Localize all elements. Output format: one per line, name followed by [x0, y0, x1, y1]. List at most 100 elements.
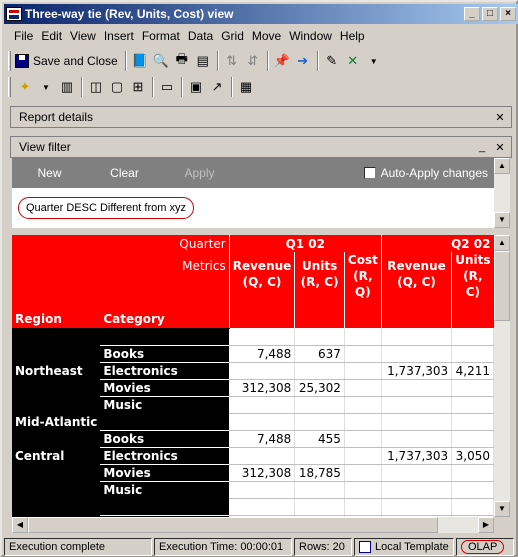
- value-cell[interactable]: 18,785: [294, 464, 345, 482]
- value-cell[interactable]: [451, 396, 494, 414]
- value-cell[interactable]: [451, 481, 494, 499]
- sort-ascending-icon[interactable]: ⇅: [222, 51, 242, 71]
- value-cell[interactable]: [381, 413, 453, 431]
- close-icon[interactable]: ✕: [493, 111, 507, 124]
- toolbar-grip[interactable]: [8, 51, 11, 71]
- category-cell[interactable]: Music: [100, 480, 230, 498]
- value-cell[interactable]: [229, 498, 296, 516]
- book-icon[interactable]: 📘: [130, 51, 150, 71]
- metric-header[interactable]: Revenue (Q, C): [381, 252, 453, 310]
- value-cell[interactable]: [381, 345, 453, 363]
- menu-edit[interactable]: Edit: [37, 29, 66, 43]
- value-cell[interactable]: [229, 328, 296, 346]
- metric-header[interactable]: Units (R, C): [294, 252, 345, 310]
- region-cell[interactable]: Northeast: [12, 362, 101, 379]
- value-cell[interactable]: [451, 430, 494, 448]
- value-cell[interactable]: [294, 447, 345, 465]
- value-cell[interactable]: 1,737,303: [381, 362, 453, 380]
- region-cell[interactable]: [12, 396, 101, 413]
- value-cell[interactable]: 25,302: [294, 379, 345, 397]
- menu-data[interactable]: Data: [184, 29, 217, 43]
- minimize-button[interactable]: _: [464, 7, 480, 21]
- region-cell[interactable]: [12, 481, 101, 498]
- value-cell[interactable]: [229, 413, 296, 431]
- save-and-close-button[interactable]: Save and Close: [15, 54, 118, 68]
- value-cell[interactable]: [381, 328, 453, 346]
- chevron-down-icon[interactable]: ▼: [36, 77, 56, 97]
- value-cell[interactable]: [451, 464, 494, 482]
- toolbar-grip[interactable]: [8, 77, 11, 97]
- value-cell[interactable]: 7,488: [229, 430, 296, 448]
- value-cell[interactable]: [381, 430, 453, 448]
- value-cell[interactable]: [381, 396, 453, 414]
- value-cell[interactable]: [451, 413, 494, 431]
- menu-view[interactable]: View: [66, 29, 100, 43]
- region-cell[interactable]: Central: [12, 447, 101, 464]
- value-cell[interactable]: 4,211: [451, 362, 494, 380]
- scroll-down-button[interactable]: ▼: [494, 212, 510, 228]
- scroll-right-button[interactable]: ▶: [478, 517, 494, 533]
- apply-filter-button[interactable]: Apply: [162, 166, 237, 180]
- quarter-header-q2[interactable]: Q2 02: [381, 235, 494, 252]
- region-cell[interactable]: [12, 345, 101, 362]
- region-column-header[interactable]: Region: [12, 310, 101, 329]
- value-cell[interactable]: [344, 464, 382, 482]
- region-cell[interactable]: [12, 430, 101, 447]
- title-bar[interactable]: Three-way tie (Rev, Units, Cost) view _ …: [4, 4, 518, 24]
- value-cell[interactable]: 312,308: [229, 379, 296, 397]
- value-cell[interactable]: 455: [294, 430, 345, 448]
- clear-filter-button[interactable]: Clear: [87, 166, 162, 180]
- filter-icon[interactable]: ⊞: [128, 77, 148, 97]
- category-cell[interactable]: Movies: [100, 463, 230, 481]
- auto-apply-checkbox[interactable]: [363, 167, 376, 179]
- value-cell[interactable]: [381, 464, 453, 482]
- minimize-icon[interactable]: _: [475, 141, 489, 153]
- new-filter-button[interactable]: New: [12, 166, 87, 180]
- maximize-button[interactable]: □: [482, 7, 498, 21]
- value-cell[interactable]: 312,308: [229, 464, 296, 482]
- value-cell[interactable]: [229, 396, 296, 414]
- value-cell[interactable]: [344, 345, 382, 363]
- scroll-down-button[interactable]: ▼: [494, 501, 510, 517]
- scroll-thumb[interactable]: [494, 251, 510, 321]
- value-cell[interactable]: [451, 328, 494, 346]
- category-cell[interactable]: Books: [100, 429, 230, 447]
- value-cell[interactable]: [344, 498, 382, 516]
- menu-format[interactable]: Format: [138, 29, 184, 43]
- pin-icon[interactable]: 📌: [272, 51, 292, 71]
- region-cell[interactable]: [12, 464, 101, 481]
- region-cell[interactable]: [12, 379, 101, 396]
- value-cell[interactable]: [344, 379, 382, 397]
- value-cell[interactable]: [294, 498, 345, 516]
- calculator-icon[interactable]: ▦: [236, 77, 256, 97]
- menu-file[interactable]: File: [10, 29, 37, 43]
- value-cell[interactable]: [294, 481, 345, 499]
- value-cell[interactable]: [294, 362, 345, 380]
- sort-descending-icon[interactable]: ⇵: [243, 51, 263, 71]
- category-column-header[interactable]: Category: [100, 310, 176, 329]
- close-button[interactable]: ×: [500, 7, 516, 21]
- value-cell[interactable]: [451, 345, 494, 363]
- filter-scrollbar[interactable]: ▲ ▼: [494, 158, 510, 228]
- value-cell[interactable]: [381, 481, 453, 499]
- scroll-left-button[interactable]: ◀: [12, 517, 28, 533]
- print-icon[interactable]: 🖶: [172, 51, 192, 71]
- value-cell[interactable]: [294, 413, 345, 431]
- value-cell[interactable]: [451, 379, 494, 397]
- grid-horizontal-scrollbar[interactable]: ◀ ▶: [12, 517, 494, 533]
- scroll-up-button[interactable]: ▲: [494, 235, 510, 251]
- value-cell[interactable]: [229, 481, 296, 499]
- menu-move[interactable]: Move: [248, 29, 285, 43]
- export-icon[interactable]: ▤: [193, 51, 213, 71]
- category-cell[interactable]: Books: [100, 344, 230, 362]
- quarter-header-q1[interactable]: Q1 02: [229, 235, 382, 252]
- category-cell[interactable]: [100, 413, 230, 430]
- chart-icon[interactable]: ▥: [57, 77, 77, 97]
- menu-window[interactable]: Window: [285, 29, 336, 43]
- region-cell[interactable]: [12, 498, 101, 515]
- grid-vertical-scrollbar[interactable]: ▲ ▼: [494, 235, 510, 517]
- value-cell[interactable]: [344, 362, 382, 380]
- value-cell[interactable]: [381, 498, 453, 516]
- value-cell[interactable]: [344, 430, 382, 448]
- category-cell[interactable]: Movies: [100, 378, 230, 396]
